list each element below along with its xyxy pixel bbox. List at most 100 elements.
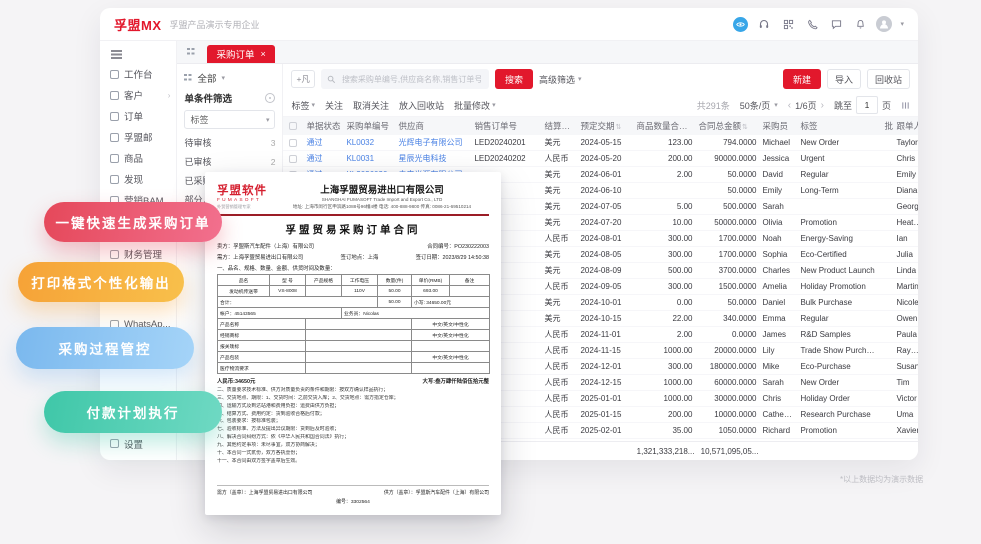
follower-cell: Julia: [896, 250, 913, 259]
new-button[interactable]: 新建: [782, 69, 821, 89]
menu-burger-icon[interactable]: [111, 50, 122, 52]
sort-icon[interactable]: ⇅: [615, 124, 621, 131]
currency-cell: 人民币: [544, 282, 569, 291]
fumeng-mx-logo: 孚盟MX: [114, 17, 162, 33]
bulk-action[interactable]: 标签 ▾: [291, 99, 315, 112]
tag-cell: New Order: [800, 138, 840, 147]
doc-cell: 110V: [341, 285, 378, 297]
phone-icon[interactable]: [804, 16, 820, 32]
chat-icon[interactable]: [828, 16, 844, 32]
column-settings-icon[interactable]: [901, 101, 910, 110]
sidebar-item-orders[interactable]: 订单: [110, 106, 176, 127]
amount-total-cell: 10000.0000: [714, 410, 757, 419]
amount-total-cell: 180000.0000: [709, 362, 757, 371]
tag-filter-select[interactable]: 标签 ▾: [184, 110, 276, 129]
search-input[interactable]: [339, 73, 483, 85]
chevron-down-icon: ▾: [577, 76, 582, 83]
amount-total-cell: 1500.0000: [718, 282, 757, 291]
sort-icon[interactable]: ⇅: [742, 124, 748, 131]
amount-total-cell: 1700.0000: [718, 250, 757, 259]
user-avatar[interactable]: [876, 16, 893, 32]
close-icon[interactable]: ×: [260, 49, 265, 59]
sidebar-item-settings[interactable]: 设置: [110, 433, 176, 454]
advanced-filter[interactable]: 高级筛选 ▾: [539, 73, 582, 86]
qty-total-cell: 0.00: [676, 298, 693, 307]
delivery-date-cell: 2024-10-15: [580, 314, 622, 323]
sidebar-item-mail[interactable]: 孚盟邮: [110, 127, 176, 148]
po-number-cell: KL0032: [343, 138, 395, 147]
currency-cell: 人民币: [544, 154, 569, 163]
contract-preview: 孚盟软件 FUMASOFT 外贸营销管理专家 上海孚盟贸易进出口有限公司 SHA…: [205, 172, 501, 515]
sidebar-item-workbench[interactable]: 工作台: [110, 64, 176, 85]
currency-cell: 美元: [544, 250, 561, 259]
buyer-cell: Sarah: [762, 378, 784, 387]
doc-footer: 需方（盖章）：上海孚盟贸易进出口有限公司 供方（盖章）：孚盟斯汽车配件（上海）有…: [217, 485, 489, 505]
tag-cell: Eco-Purchase: [800, 362, 851, 371]
doc-section-1: 一、品名、规格、数量、金额、供货时间及数量：: [217, 266, 336, 272]
column-header: 供应商: [398, 121, 424, 131]
supplier-link[interactable]: 光辉电子有限公司: [398, 138, 462, 147]
row-checkbox[interactable]: [289, 154, 298, 163]
import-button[interactable]: 导入: [826, 69, 861, 89]
qty-total-cell: 2.00: [676, 330, 693, 339]
saved-filter-chip[interactable]: +凡: [291, 70, 315, 88]
tag-cell: New Order: [800, 378, 840, 387]
sidebar-item-customers[interactable]: 客户 ›: [110, 85, 176, 106]
table-row[interactable]: 通过 KL0032 光辉电子有限公司 LED20240201 美元 2024-05-15 1…: [283, 135, 918, 151]
view-selector[interactable]: 全部 ▾: [184, 68, 275, 88]
delivery-date-cell: 2025-01-15: [580, 410, 622, 419]
row-checkbox[interactable]: [289, 138, 298, 147]
bulk-action[interactable]: 取消关注: [353, 99, 389, 112]
follower-cell: Taylor: [896, 138, 918, 147]
delivery-date-cell: 2024-08-09: [580, 266, 622, 275]
sort-icon[interactable]: ⇅: [688, 124, 694, 131]
doc-product-table: 品名型 号产品规格 工作电压 数量(件) 单价(RMB) 备注 发动机传送带 VS-8008…: [217, 274, 490, 374]
select-all-checkbox[interactable]: [289, 122, 298, 130]
apps-grid-icon[interactable]: [187, 48, 195, 56]
qr-code-icon[interactable]: [780, 16, 796, 32]
filter-header: 单条件筛选: [184, 88, 276, 108]
search-button[interactable]: 搜索: [494, 69, 533, 89]
next-page-icon[interactable]: ›: [821, 100, 824, 111]
supplier-link[interactable]: 星辰光电科技: [398, 154, 446, 163]
sidebar-item-products[interactable]: 商品: [110, 148, 176, 169]
column-header: 跟单人: [896, 121, 918, 131]
follower-cell: Chris: [896, 154, 916, 163]
doc-column-header: 品名: [217, 274, 270, 286]
recycle-bin-button[interactable]: 回收站: [866, 69, 910, 89]
currency-cell: 人民币: [544, 330, 569, 339]
status-badge[interactable]: 通过: [306, 154, 322, 163]
status-badge[interactable]: 通过: [306, 138, 322, 147]
headset-icon[interactable]: [756, 16, 772, 32]
bell-icon[interactable]: [852, 16, 868, 32]
bulk-action[interactable]: 批量修改 ▾: [454, 99, 496, 112]
mail-icon: [110, 132, 119, 142]
delivery-date-cell: 2025-01-01: [580, 394, 622, 403]
chevron-down-icon: ▾: [221, 75, 225, 82]
sidebar-item-discover[interactable]: 发现: [110, 169, 176, 190]
chevron-down-icon[interactable]: ▾: [900, 20, 904, 28]
po-number-link[interactable]: KL0032: [346, 138, 374, 147]
qty-total-cell: 5.00: [676, 202, 693, 211]
buyer-cell: Emily: [762, 186, 783, 195]
jump-page-input[interactable]: [855, 96, 878, 114]
filter-item[interactable]: 已审核 2: [184, 152, 275, 171]
follower-cell: Martin: [896, 282, 918, 291]
bulk-action[interactable]: 关注: [325, 99, 343, 112]
po-number-link[interactable]: KL0031: [346, 154, 374, 163]
topbar: 孚盟MX 孚盟产品演示专用企业 ▾: [100, 8, 918, 41]
doc-meta-row-1: 卖方：孚盟斯汽车配件（上海）有限公司 合同编号：PO230222003: [217, 242, 489, 250]
discover-icon: [110, 174, 119, 184]
target-circle-icon[interactable]: [265, 93, 276, 103]
table-row[interactable]: 通过 KL0031 星辰光电科技 LED20240202 人民币 2024-05-20 20…: [283, 151, 918, 167]
filter-item[interactable]: 待审核 3: [184, 133, 275, 152]
doc-cell: 发动机传送带: [217, 285, 270, 297]
preview-eye-icon[interactable]: [733, 16, 749, 32]
column-header: 合同总金额⇅: [698, 121, 748, 131]
doc-serial-number: 编号：3302564: [336, 500, 370, 505]
tab-purchase-orders[interactable]: 采购订单 ×: [207, 45, 275, 63]
doc-buyer-seal: 需方（盖章）：上海孚盟贸易进出口有限公司: [217, 491, 313, 496]
prev-page-icon[interactable]: ‹: [788, 100, 791, 111]
page-size-select[interactable]: 50条/页 ▾: [740, 99, 778, 112]
bulk-action[interactable]: 放入回收站: [399, 99, 444, 112]
